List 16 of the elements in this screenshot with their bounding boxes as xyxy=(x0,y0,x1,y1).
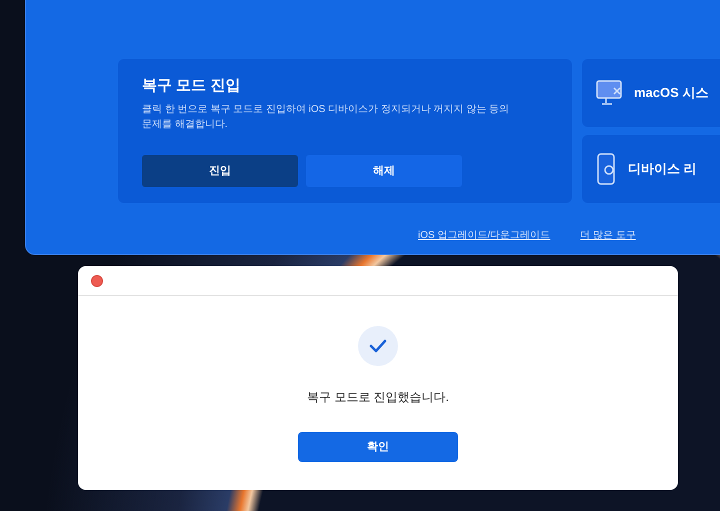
tool-card[interactable]: 디바이스 리 xyxy=(582,135,720,203)
checkmark-icon xyxy=(358,326,398,366)
tool-card[interactable]: macOS 시스 xyxy=(582,59,720,127)
confirm-button[interactable]: 확인 xyxy=(298,432,458,462)
monitor-icon xyxy=(596,80,624,106)
dialog-message: 복구 모드로 진입했습니다. xyxy=(306,389,449,406)
card-title: 복구 모드 진입 xyxy=(142,76,242,96)
phone-icon xyxy=(596,153,618,185)
tool-label: 디바이스 리 xyxy=(628,160,697,178)
footer-link[interactable]: 더 많은 도구 xyxy=(580,228,636,243)
card-description: 클릭 한 번으로 복구 모드로 진입하여 iOS 디바이스가 정지되거나 꺼지지 않는 등의 문제를 해결합니다. xyxy=(142,102,510,132)
action-button[interactable]: 진입 xyxy=(142,155,298,187)
footer-link[interactable]: iOS 업그레이드/다운그레이드 xyxy=(418,228,550,243)
close-button[interactable] xyxy=(91,274,103,286)
tool-label: macOS 시스 xyxy=(634,84,708,102)
action-button[interactable]: 해제 xyxy=(306,155,462,187)
